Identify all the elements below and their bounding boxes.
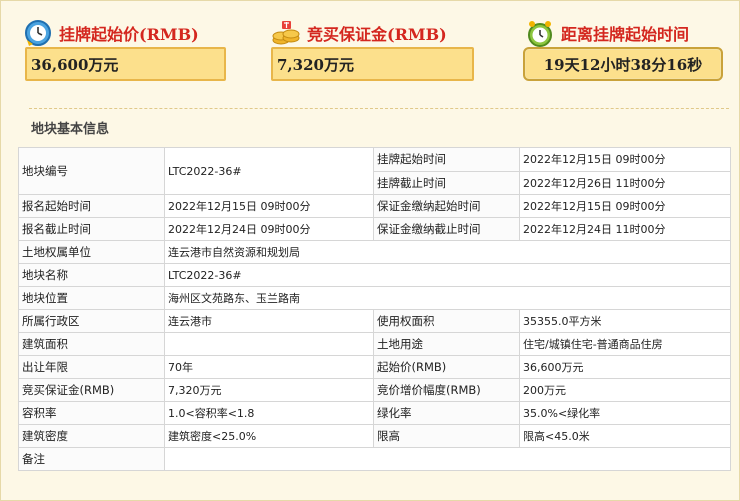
deposit-start-value: 2022年12月15日 09时00分 bbox=[519, 194, 731, 218]
use-area-value: 35355.0平方米 bbox=[519, 309, 731, 333]
parcel-no-value: LTC2022-36# bbox=[164, 147, 374, 195]
countdown-value: 19天12小时38分16秒 bbox=[523, 47, 723, 81]
green-ratio-label: 绿化率 bbox=[373, 401, 520, 425]
listing-start-value: 2022年12月15日 09时00分 bbox=[519, 147, 731, 172]
table-row: 备注 bbox=[18, 447, 731, 471]
countdown-title: 距离挂牌起始时间 bbox=[561, 25, 690, 44]
table-row: 建筑密度 建筑密度<25.0% 限高 限高<45.0米 bbox=[18, 424, 731, 448]
remarks-value bbox=[164, 447, 731, 471]
parcel-name-value: LTC2022-36# bbox=[164, 263, 731, 287]
table-row: 地块名称 LTC2022-36# bbox=[18, 263, 731, 287]
land-use-label: 土地用途 bbox=[373, 332, 520, 356]
deposit-start-label: 保证金缴纳起始时间 bbox=[373, 194, 520, 218]
page-frame: 挂牌起始价(RMB) 36,600万元 竞买保证金(RMB) 7,320万元 距… bbox=[0, 0, 740, 501]
table-row: 建筑面积 土地用途 住宅/城镇住宅-普通商品住房 bbox=[18, 332, 731, 356]
district-value: 连云港市 bbox=[164, 309, 374, 333]
section-title: 地块基本信息 bbox=[31, 122, 110, 137]
height-limit-label: 限高 bbox=[373, 424, 520, 448]
start-price-cell: 36,600万元 bbox=[519, 355, 731, 379]
density-value: 建筑密度<25.0% bbox=[164, 424, 374, 448]
parcel-no-label: 地块编号 bbox=[18, 147, 165, 195]
table-row: 容积率 1.0<容积率<1.8 绿化率 35.0%<绿化率 bbox=[18, 401, 731, 425]
start-price-value: 36,600万元 bbox=[25, 47, 226, 81]
reg-start-value: 2022年12月15日 09时00分 bbox=[164, 194, 374, 218]
table-row: 所属行政区 连云港市 使用权面积 35355.0平方米 bbox=[18, 309, 731, 333]
deposit-end-value: 2022年12月24日 11时00分 bbox=[519, 217, 731, 241]
table-row: 报名起始时间 2022年12月15日 09时00分 保证金缴纳起始时间 2022… bbox=[18, 194, 731, 218]
density-label: 建筑密度 bbox=[18, 424, 165, 448]
table-row: 报名截止时间 2022年12月24日 09时00分 保证金缴纳截止时间 2022… bbox=[18, 217, 731, 241]
height-limit-value: 限高<45.0米 bbox=[519, 424, 731, 448]
table-row: 出让年限 70年 起始价(RMB) 36,600万元 bbox=[18, 355, 731, 379]
start-price-label: 起始价(RMB) bbox=[373, 355, 520, 379]
divider bbox=[29, 108, 729, 109]
clock-icon bbox=[25, 20, 51, 46]
parcel-name-label: 地块名称 bbox=[18, 263, 165, 287]
deposit-end-label: 保证金缴纳截止时间 bbox=[373, 217, 520, 241]
owner-unit-value: 连云港市自然资源和规划局 bbox=[164, 240, 731, 264]
far-value: 1.0<容积率<1.8 bbox=[164, 401, 374, 425]
land-use-value: 住宅/城镇住宅-普通商品住房 bbox=[519, 332, 731, 356]
owner-unit-label: 土地权属单位 bbox=[18, 240, 165, 264]
district-label: 所属行政区 bbox=[18, 309, 165, 333]
table-row: 土地权属单位 连云港市自然资源和规划局 bbox=[18, 240, 731, 264]
lease-term-label: 出让年限 bbox=[18, 355, 165, 379]
table-row: 竞买保证金(RMB) 7,320万元 竞价增价幅度(RMB) 200万元 bbox=[18, 378, 731, 402]
building-area-label: 建筑面积 bbox=[18, 332, 165, 356]
far-label: 容积率 bbox=[18, 401, 165, 425]
countdown-stat: 距离挂牌起始时间 bbox=[525, 15, 689, 51]
green-ratio-value: 35.0%<绿化率 bbox=[519, 401, 731, 425]
listing-end-value: 2022年12月26日 11时00分 bbox=[519, 170, 731, 195]
table-row: 地块位置 海州区文苑路东、玉兰路南 bbox=[18, 286, 731, 310]
start-price-title: 挂牌起始价(RMB) bbox=[59, 25, 199, 44]
building-area-value bbox=[164, 332, 374, 356]
alarm-clock-icon bbox=[528, 21, 552, 47]
stats-bar: 挂牌起始价(RMB) 36,600万元 竞买保证金(RMB) 7,320万元 距… bbox=[1, 1, 740, 109]
deposit-stat: 竞买保证金(RMB) bbox=[271, 15, 447, 51]
increment-label: 竞价增价幅度(RMB) bbox=[373, 378, 520, 402]
location-label: 地块位置 bbox=[18, 286, 165, 310]
reg-end-value: 2022年12月24日 09时00分 bbox=[164, 217, 374, 241]
deposit-value: 7,320万元 bbox=[271, 47, 474, 81]
start-price-stat: 挂牌起始价(RMB) bbox=[23, 15, 199, 51]
increment-value: 200万元 bbox=[519, 378, 731, 402]
deposit-cell: 7,320万元 bbox=[164, 378, 374, 402]
location-value: 海州区文苑路东、玉兰路南 bbox=[164, 286, 731, 310]
reg-start-label: 报名起始时间 bbox=[18, 194, 165, 218]
listing-end-label: 挂牌截止时间 bbox=[373, 170, 520, 195]
remarks-label: 备注 bbox=[18, 447, 165, 471]
coins-icon bbox=[272, 21, 300, 45]
table-row: 地块编号 LTC2022-36# 挂牌起始时间 2022年12月15日 09时0… bbox=[18, 147, 731, 195]
use-area-label: 使用权面积 bbox=[373, 309, 520, 333]
reg-end-label: 报名截止时间 bbox=[18, 217, 165, 241]
parcel-info-table: 地块编号 LTC2022-36# 挂牌起始时间 2022年12月15日 09时0… bbox=[18, 147, 731, 471]
listing-start-label: 挂牌起始时间 bbox=[373, 147, 520, 172]
deposit-label: 竞买保证金(RMB) bbox=[18, 378, 165, 402]
deposit-title: 竞买保证金(RMB) bbox=[307, 25, 447, 44]
lease-term-value: 70年 bbox=[164, 355, 374, 379]
